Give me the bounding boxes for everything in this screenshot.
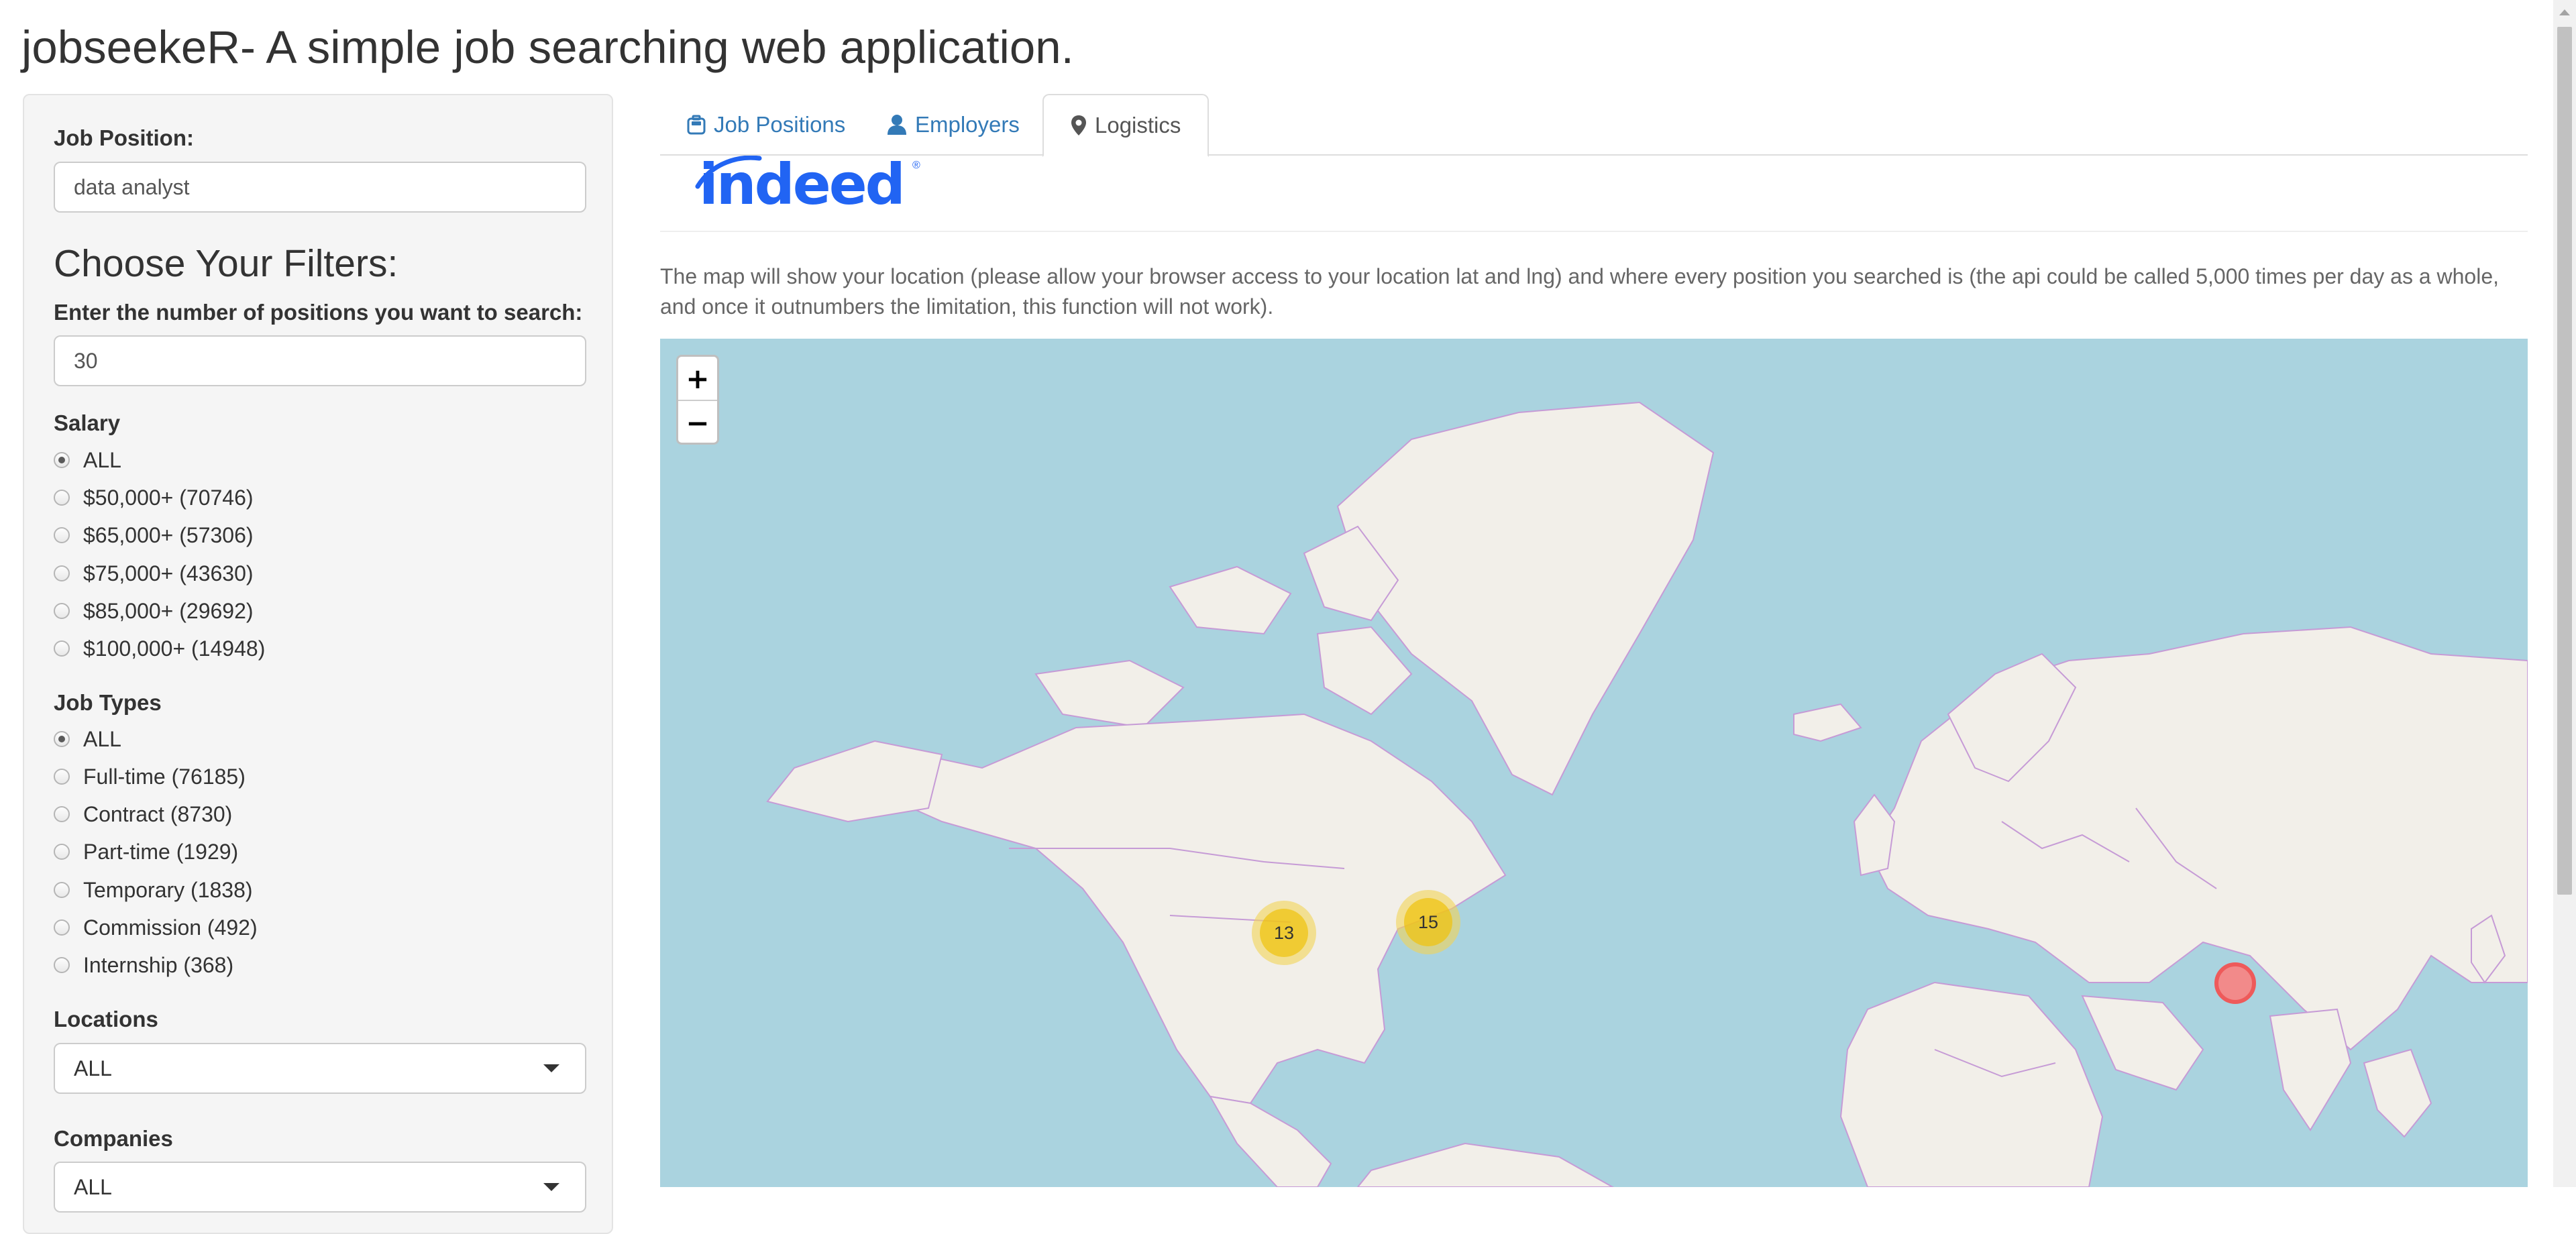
job-type-option-commission[interactable]: Commission (492) [54,912,258,943]
map-cluster-eastern-us[interactable]: 15 [1396,890,1460,954]
radio[interactable] [54,490,70,506]
salary-option-75k[interactable]: $75,000+ (43630) [54,558,254,589]
filter-sidebar: Job Position: Choose Your Filters: Enter… [23,94,613,1234]
filters-heading: Choose Your Filters: [54,242,398,285]
user-location-marker[interactable] [2214,962,2256,1004]
job-type-option-contract[interactable]: Contract (8730) [54,799,232,830]
radio-label: ALL [83,726,121,751]
map-cluster-western-us[interactable]: 13 [1252,901,1316,965]
salary-option-all[interactable]: ALL [54,445,121,475]
job-type-option-all[interactable]: ALL [54,724,121,754]
caret-down-icon [543,1183,559,1191]
map-zoom-control: + − [676,355,719,445]
caret-down-icon [543,1064,559,1072]
job-map[interactable]: + − 13 15 [660,339,2528,1187]
companies-select[interactable]: ALL [54,1162,586,1213]
job-type-option-part-time[interactable]: Part-time (1929) [54,836,238,867]
tab-label: Employers [915,112,1020,137]
radio-selected[interactable] [54,452,70,468]
job-type-option-internship[interactable]: Internship (368) [54,950,233,980]
map-description: The map will show your location (please … [660,264,2500,319]
zoom-out-button[interactable]: − [678,401,717,443]
radio-label: Contract (8730) [83,801,233,826]
radio-label: $85,000+ (29692) [83,598,254,623]
companies-select-value: ALL [74,1174,112,1199]
registered-mark: ® [912,160,920,171]
tab-job-positions[interactable]: Job Positions [660,94,872,156]
tab-label: Logistics [1095,113,1181,137]
radio[interactable] [54,769,70,785]
indeed-logo-text: indeed [699,152,906,217]
salary-option-85k[interactable]: $85,000+ (29692) [54,596,254,626]
zoom-in-button[interactable]: + [678,357,717,401]
tab-employers[interactable]: Employers [860,94,1046,156]
radio[interactable] [54,806,70,822]
num-positions-input[interactable] [54,335,586,386]
divider [660,231,2528,232]
radio-label: Internship (368) [83,952,234,977]
radio-label: $65,000+ (57306) [83,522,254,547]
job-type-option-full-time[interactable]: Full-time (76185) [54,761,246,792]
locations-label: Locations [54,1007,158,1031]
radio[interactable] [54,919,70,936]
locations-select-value: ALL [74,1056,112,1080]
user-icon [888,115,906,135]
radio-selected[interactable] [54,731,70,747]
cluster-count: 15 [1404,898,1452,946]
job-position-input[interactable] [54,162,586,213]
salary-option-65k[interactable]: $65,000+ (57306) [54,520,254,551]
salary-label: Salary [54,410,121,435]
locations-select[interactable]: ALL [54,1043,586,1094]
tab-label: Job Positions [714,112,846,137]
page-scrollbar[interactable] [2553,0,2576,1187]
radio[interactable] [54,844,70,860]
job-types-label: Job Types [54,690,162,715]
companies-label: Companies [54,1126,173,1151]
salary-option-50k[interactable]: $50,000+ (70746) [54,482,254,513]
salary-option-100k[interactable]: $100,000+ (14948) [54,633,265,664]
job-type-option-temporary[interactable]: Temporary (1838) [54,875,253,905]
radio-label: $75,000+ (43630) [83,561,254,585]
radio-label: ALL [83,447,121,472]
num-positions-label: Enter the number of positions you want t… [54,300,583,325]
radio-label: Full-time (76185) [83,764,246,789]
app-title: jobseekeR- A simple job searching web ap… [21,21,1074,73]
radio[interactable] [54,565,70,581]
briefcase-icon [687,115,706,135]
cluster-count: 13 [1260,909,1308,957]
radio-label: Commission (492) [83,915,258,940]
radio-label: Part-time (1929) [83,839,239,864]
radio[interactable] [54,527,70,543]
tab-logistics[interactable]: Logistics [1042,94,1210,157]
radio-label: $100,000+ (14948) [83,636,266,661]
scroll-thumb[interactable] [2557,27,2572,895]
job-position-label: Job Position: [54,125,194,150]
indeed-logo: indeed ® [692,152,927,217]
tab-bar: Job Positions Employers Logistics [660,94,2528,157]
world-map-tiles [766,401,2528,1187]
radio-label: $50,000+ (70746) [83,485,254,510]
scroll-up-arrow-icon[interactable] [2559,9,2570,15]
radio-label: Temporary (1838) [83,877,253,902]
radio[interactable] [54,957,70,973]
map-marker-icon [1071,115,1086,135]
radio[interactable] [54,882,70,898]
radio[interactable] [54,640,70,657]
radio[interactable] [54,603,70,619]
